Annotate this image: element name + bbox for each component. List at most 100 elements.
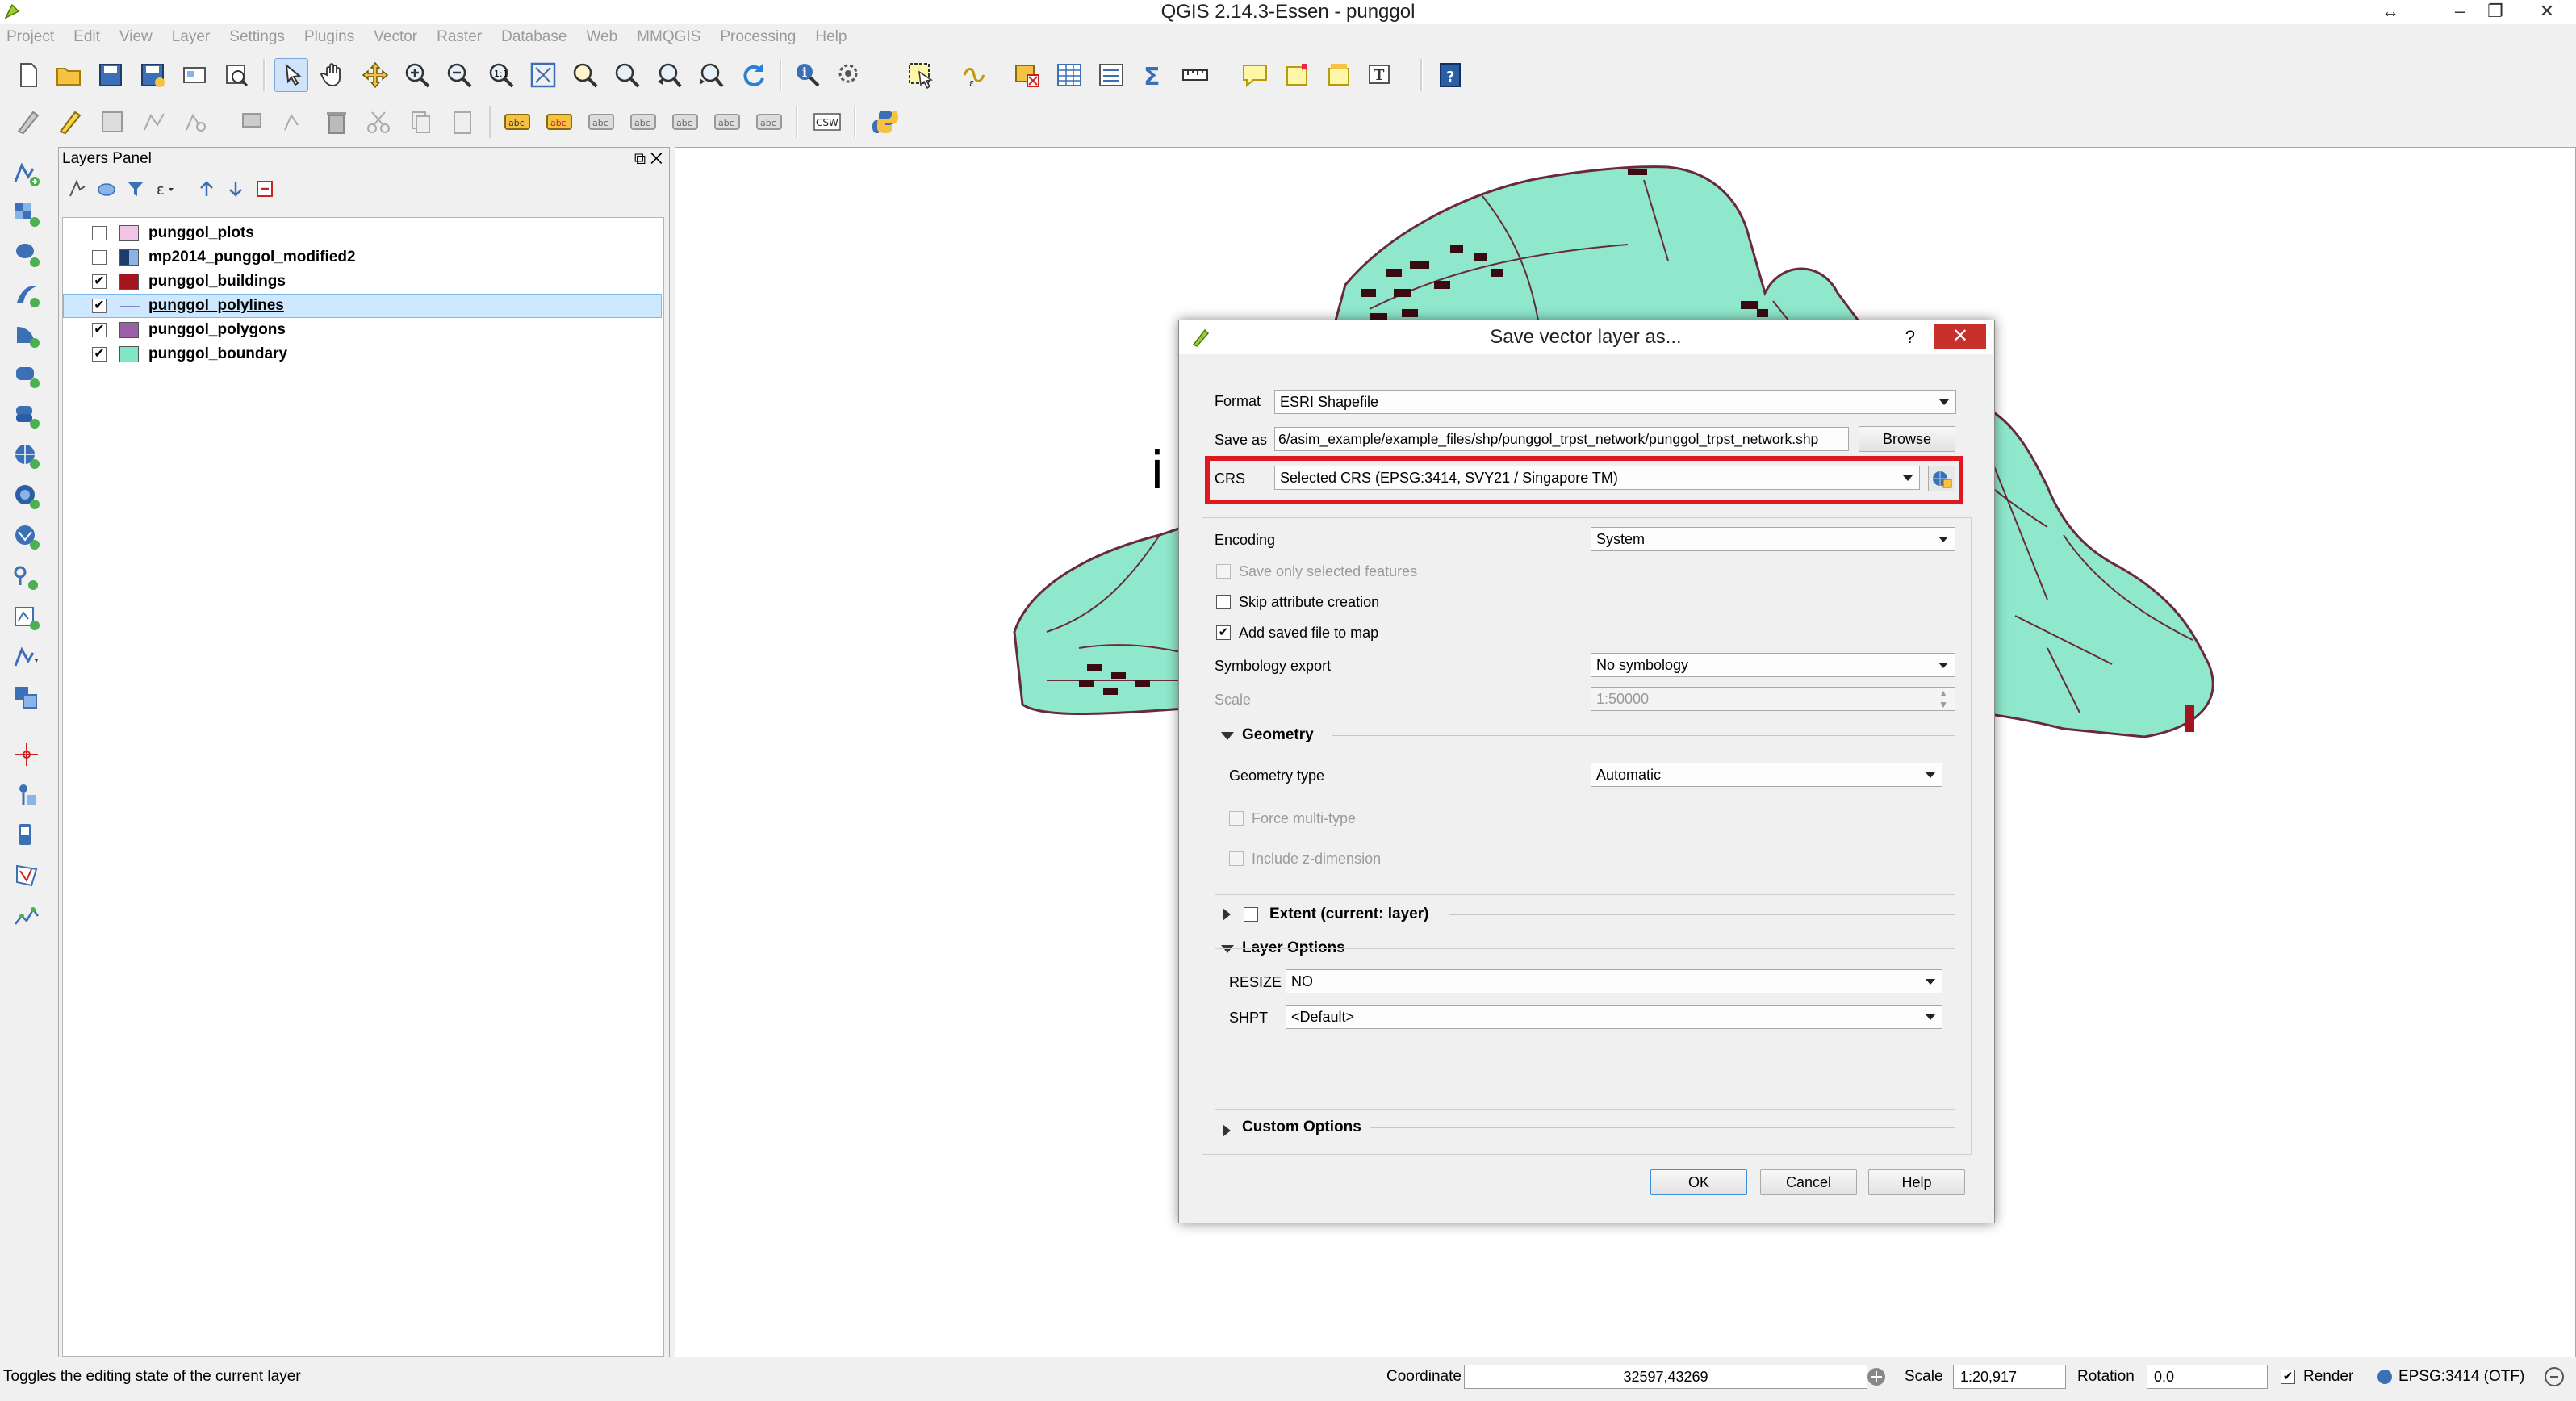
menu-raster[interactable]: Raster bbox=[427, 24, 491, 50]
refresh-icon[interactable] bbox=[736, 58, 770, 92]
save-layer-edits-icon[interactable] bbox=[95, 105, 129, 139]
coordinate-toggle-icon[interactable] bbox=[1864, 1361, 1888, 1401]
help-contents-icon[interactable]: ? bbox=[1433, 58, 1467, 92]
show-hide-labels-icon[interactable]: abc bbox=[626, 105, 660, 139]
dialog-close-button[interactable]: ✕ bbox=[1934, 324, 1986, 349]
render-checkbox[interactable]: ✔ bbox=[2281, 1370, 2295, 1384]
move-feature-icon[interactable] bbox=[179, 105, 213, 139]
dialog-help-icon[interactable]: ? bbox=[1905, 320, 1915, 354]
move-label-icon[interactable]: abc bbox=[668, 105, 702, 139]
menu-help[interactable]: Help bbox=[805, 24, 856, 50]
layer-row-punggol-plots[interactable]: punggol_plots bbox=[63, 221, 662, 245]
new-project-icon[interactable] bbox=[11, 58, 45, 92]
float-panel-icon[interactable]: ⧉ bbox=[634, 150, 646, 168]
save-as-icon[interactable] bbox=[136, 58, 169, 92]
cut-features-icon[interactable] bbox=[362, 105, 395, 139]
pan-to-icon[interactable] bbox=[358, 58, 392, 92]
ok-button[interactable]: OK bbox=[1650, 1169, 1747, 1195]
topology-checker-icon[interactable] bbox=[10, 859, 44, 893]
shpt-combobox[interactable]: <Default> bbox=[1286, 1005, 1942, 1029]
add-raster-layer-icon[interactable] bbox=[10, 197, 44, 231]
paste-features-icon[interactable] bbox=[445, 105, 479, 139]
cancel-button[interactable]: Cancel bbox=[1760, 1169, 1857, 1195]
layer-row-punggol-boundary[interactable]: ✔ punggol_boundary bbox=[63, 342, 662, 366]
delete-selected-icon[interactable] bbox=[278, 105, 312, 139]
menu-database[interactable]: Database bbox=[491, 24, 576, 50]
print-composer-icon[interactable] bbox=[178, 58, 211, 92]
layer-visibility-checkbox[interactable]: ✔ bbox=[92, 347, 107, 362]
add-mssql-layer-icon[interactable] bbox=[10, 318, 44, 352]
open-project-icon[interactable] bbox=[52, 58, 86, 92]
menu-layer[interactable]: Layer bbox=[162, 24, 220, 50]
layer-visibility-checkbox[interactable]: ✔ bbox=[92, 299, 107, 313]
encoding-combobox[interactable]: System bbox=[1591, 527, 1955, 551]
zoom-next-icon[interactable] bbox=[694, 58, 728, 92]
pan-map-icon[interactable] bbox=[316, 58, 350, 92]
menu-view[interactable]: View bbox=[110, 24, 162, 50]
zoom-to-layer-icon[interactable] bbox=[610, 58, 644, 92]
composer-manager-icon[interactable] bbox=[220, 58, 253, 92]
symbology-combobox[interactable]: No symbology bbox=[1591, 653, 1955, 677]
menu-web[interactable]: Web bbox=[576, 24, 627, 50]
select-by-expression-icon[interactable]: ε bbox=[957, 58, 991, 92]
save-selected-checkbox[interactable] bbox=[1216, 564, 1231, 579]
menu-edit[interactable]: Edit bbox=[64, 24, 110, 50]
messages-icon[interactable] bbox=[2542, 1361, 2566, 1401]
filter-legend-icon[interactable] bbox=[122, 175, 149, 203]
help-button[interactable]: Help bbox=[1868, 1169, 1965, 1195]
copy-features-icon[interactable] bbox=[404, 105, 437, 139]
show-bookmarks-icon[interactable] bbox=[1322, 58, 1356, 92]
add-to-map-checkbox[interactable]: ✔ bbox=[1216, 625, 1231, 640]
menu-plugins[interactable]: Plugins bbox=[295, 24, 364, 50]
run-feature-action-icon[interactable] bbox=[833, 58, 867, 92]
format-combobox[interactable]: ESRI Shapefile bbox=[1274, 390, 1956, 414]
layer-row-mp2014-punggol-modified2[interactable]: mp2014_punggol_modified2 bbox=[63, 245, 662, 270]
zoom-out-icon[interactable] bbox=[442, 58, 476, 92]
menu-vector[interactable]: Vector bbox=[364, 24, 427, 50]
layer-row-punggol-polylines[interactable]: ✔ punggol_polylines bbox=[63, 294, 662, 318]
field-calculator-icon[interactable] bbox=[1094, 58, 1128, 92]
zoom-native-icon[interactable]: 1:1 bbox=[484, 58, 518, 92]
save-project-icon[interactable] bbox=[94, 58, 128, 92]
map-tips-icon[interactable] bbox=[1238, 58, 1272, 92]
deselect-all-icon[interactable] bbox=[1010, 58, 1044, 92]
force-multi-checkbox[interactable] bbox=[1229, 811, 1244, 826]
add-vector-dropdown-icon[interactable] bbox=[10, 641, 44, 675]
close-panel-icon[interactable]: ✕ bbox=[650, 150, 663, 168]
layer-visibility-checkbox[interactable] bbox=[92, 250, 107, 265]
rotate-label-icon[interactable]: abc bbox=[710, 105, 744, 139]
layer-row-punggol-polygons[interactable]: ✔ punggol_polygons bbox=[63, 318, 662, 342]
node-tool-icon[interactable] bbox=[236, 105, 270, 139]
python-console-icon[interactable] bbox=[868, 105, 902, 139]
extent-label[interactable]: Extent (current: layer) bbox=[1269, 903, 1428, 926]
add-vector-layer-icon[interactable] bbox=[10, 157, 44, 190]
zoom-to-selection-icon[interactable] bbox=[568, 58, 602, 92]
add-delimited-text-icon[interactable] bbox=[10, 560, 44, 594]
add-spatialite-layer-icon[interactable] bbox=[10, 278, 44, 312]
expand-all-icon[interactable] bbox=[193, 175, 220, 203]
menu-mmqgis[interactable]: MMQGIS bbox=[627, 24, 710, 50]
add-point-cross-icon[interactable] bbox=[10, 738, 44, 772]
zoom-last-icon[interactable] bbox=[652, 58, 686, 92]
zoom-in-icon[interactable] bbox=[400, 58, 434, 92]
rotation-spinbox[interactable]: 0.0 bbox=[2147, 1365, 2268, 1389]
change-label-icon[interactable]: abc bbox=[752, 105, 786, 139]
csw-icon[interactable]: CSW bbox=[810, 105, 844, 139]
remove-layer-icon[interactable] bbox=[251, 175, 278, 203]
coordinate-field[interactable]: 32597,43269 bbox=[1464, 1365, 1867, 1389]
maximize-button[interactable]: ❐ bbox=[2473, 0, 2518, 23]
highlight-pinned-labels-icon[interactable]: abc bbox=[542, 105, 576, 139]
pan-to-selection-icon[interactable] bbox=[274, 58, 308, 92]
skip-attribute-checkbox[interactable] bbox=[1216, 595, 1231, 609]
toggle-editing-icon[interactable] bbox=[53, 105, 87, 139]
geometry-type-combobox[interactable]: Automatic bbox=[1591, 763, 1942, 787]
menu-processing[interactable]: Processing bbox=[710, 24, 805, 50]
add-wcs-layer-icon[interactable] bbox=[10, 479, 44, 513]
georeferencer-icon[interactable] bbox=[10, 778, 44, 812]
layer-visibility-checkbox[interactable]: ✔ bbox=[92, 323, 107, 337]
layer-visibility-checkbox[interactable]: ✔ bbox=[92, 274, 107, 289]
filter-by-expression-icon[interactable]: ε bbox=[151, 175, 178, 203]
zoom-full-icon[interactable] bbox=[526, 58, 560, 92]
add-feature-icon[interactable] bbox=[137, 105, 171, 139]
measure-line-icon[interactable] bbox=[1178, 58, 1212, 92]
